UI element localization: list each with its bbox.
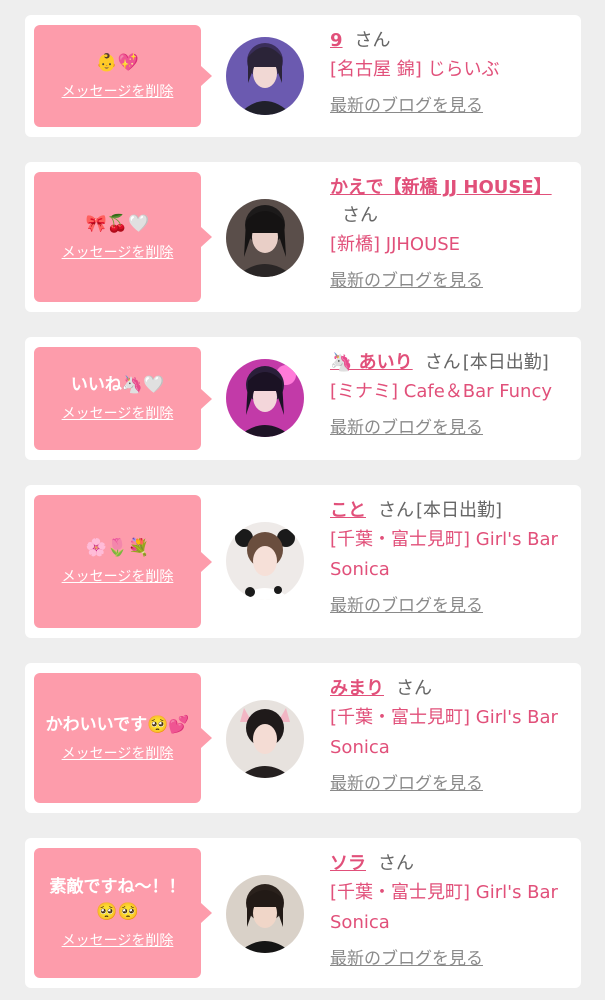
message-text: かわいいです🥺💕: [45, 714, 190, 735]
cast-name-link[interactable]: みまり: [330, 678, 384, 699]
status-label: [本日出勤]: [462, 352, 549, 373]
message-bubble: 🌸🌷💐 メッセージを削除: [34, 495, 212, 628]
entry-info: こと さん [本日出勤] [千葉・富士見町] Girl's Bar Sonica 最…: [330, 497, 575, 619]
shop-name: [新橋] JJHOUSE: [330, 234, 461, 255]
message-bubble: かわいいです🥺💕 メッセージを削除: [34, 673, 212, 803]
avatar-photo: [226, 522, 304, 600]
shop-name: [ミナミ] Cafe＆Bar Funcy: [330, 381, 553, 402]
avatar[interactable]: [226, 37, 304, 115]
delete-message-link[interactable]: メッセージを削除: [62, 744, 174, 764]
message-bubble: 👶💖 メッセージを削除: [34, 25, 212, 127]
shop-name: [名古屋 錦] じらいぶ: [330, 59, 500, 80]
entry-info: かえで【新橋 JJ HOUSE】さん [新橋] JJHOUSE 最新のブログを見…: [330, 174, 575, 294]
latest-blog-link[interactable]: 最新のブログを見る: [330, 93, 483, 119]
message-bubble: 素敵ですね〜！！🥺🥺 メッセージを削除: [34, 848, 212, 978]
entry-info: ソラ さん [千葉・富士見町] Girl's Bar Sonica 最新のブログを…: [330, 850, 575, 972]
shop-name: [千葉・富士見町] Girl's Bar Sonica: [330, 529, 558, 580]
honorific: さん: [396, 678, 432, 699]
message-text: いいね🦄🤍: [70, 375, 165, 395]
list-item: いいね🦄🤍 メッセージを削除 🦄 あいり さん [本日出勤] [ミナミ] Cafe＆…: [25, 337, 581, 460]
entry-info: 🦄 あいり さん [本日出勤] [ミナミ] Cafe＆Bar Funcy 最新のブロ…: [330, 349, 575, 441]
cast-name-link[interactable]: こと: [330, 500, 366, 521]
avatar[interactable]: [226, 199, 304, 277]
avatar-photo: [226, 875, 304, 953]
honorific: さん: [378, 500, 414, 521]
list-item: 👶💖 メッセージを削除 9 さん [名古屋 錦] じらいぶ 最新のブログを見る: [25, 15, 581, 137]
cast-name-link[interactable]: かえで【新橋 JJ HOUSE】: [330, 177, 552, 198]
status-label: [本日出勤]: [416, 500, 503, 521]
cast-name-link[interactable]: 🦄 あいり: [330, 352, 413, 373]
shop-name: [千葉・富士見町] Girl's Bar Sonica: [330, 707, 558, 758]
message-text: 🎀🍒🤍: [85, 213, 150, 234]
delete-message-link[interactable]: メッセージを削除: [62, 931, 174, 951]
message-text: 🌸🌷💐: [85, 538, 150, 558]
avatar[interactable]: [226, 359, 304, 437]
honorific: さん: [354, 30, 391, 51]
honorific: さん: [378, 853, 414, 874]
honorific: さん: [424, 352, 461, 373]
avatar-photo: [226, 359, 304, 437]
delete-message-link[interactable]: メッセージを削除: [62, 404, 174, 424]
latest-blog-link[interactable]: 最新のブログを見る: [330, 415, 483, 441]
delete-message-link[interactable]: メッセージを削除: [62, 82, 174, 102]
entry-info: みまり さん [千葉・富士見町] Girl's Bar Sonica 最新のブログ…: [330, 675, 575, 797]
avatar[interactable]: [226, 700, 304, 778]
latest-blog-link[interactable]: 最新のブログを見る: [330, 268, 483, 294]
avatar[interactable]: [226, 522, 304, 600]
avatar[interactable]: [226, 875, 304, 953]
avatar-photo: [226, 700, 304, 778]
message-list: 👶💖 メッセージを削除 9 さん [名古屋 錦] じらいぶ 最新のブログを見る 🎀…: [0, 0, 605, 1000]
cast-name-link[interactable]: ソラ: [330, 853, 366, 874]
entry-info: 9 さん [名古屋 錦] じらいぶ 最新のブログを見る: [330, 27, 575, 119]
list-item: 素敵ですね〜！！🥺🥺 メッセージを削除 ソラ さん [千葉・富士見町] Girl'…: [25, 838, 581, 988]
message-text: 👶💖: [96, 52, 139, 73]
latest-blog-link[interactable]: 最新のブログを見る: [330, 771, 483, 797]
honorific: さん: [342, 205, 378, 226]
delete-message-link[interactable]: メッセージを削除: [62, 567, 174, 587]
list-item: 🎀🍒🤍 メッセージを削除 かえで【新橋 JJ HOUSE】さん [新橋] JJH…: [25, 162, 581, 312]
latest-blog-link[interactable]: 最新のブログを見る: [330, 593, 483, 619]
message-text: 素敵ですね〜！！🥺🥺: [49, 877, 186, 922]
shop-name: [千葉・富士見町] Girl's Bar Sonica: [330, 882, 558, 933]
latest-blog-link[interactable]: 最新のブログを見る: [330, 946, 483, 972]
delete-message-link[interactable]: メッセージを削除: [62, 243, 174, 263]
cast-name-link[interactable]: 9: [330, 30, 343, 51]
list-item: 🌸🌷💐 メッセージを削除 こと さん [本日出勤] [千葉・富士見町] Girl's…: [25, 485, 581, 638]
message-bubble: 🎀🍒🤍 メッセージを削除: [34, 172, 212, 302]
avatar-photo: [226, 37, 304, 115]
message-bubble: いいね🦄🤍 メッセージを削除: [34, 347, 212, 450]
avatar-photo: [226, 199, 304, 277]
list-item: かわいいです🥺💕 メッセージを削除 みまり さん [千葉・富士見町] Girl's…: [25, 663, 581, 813]
